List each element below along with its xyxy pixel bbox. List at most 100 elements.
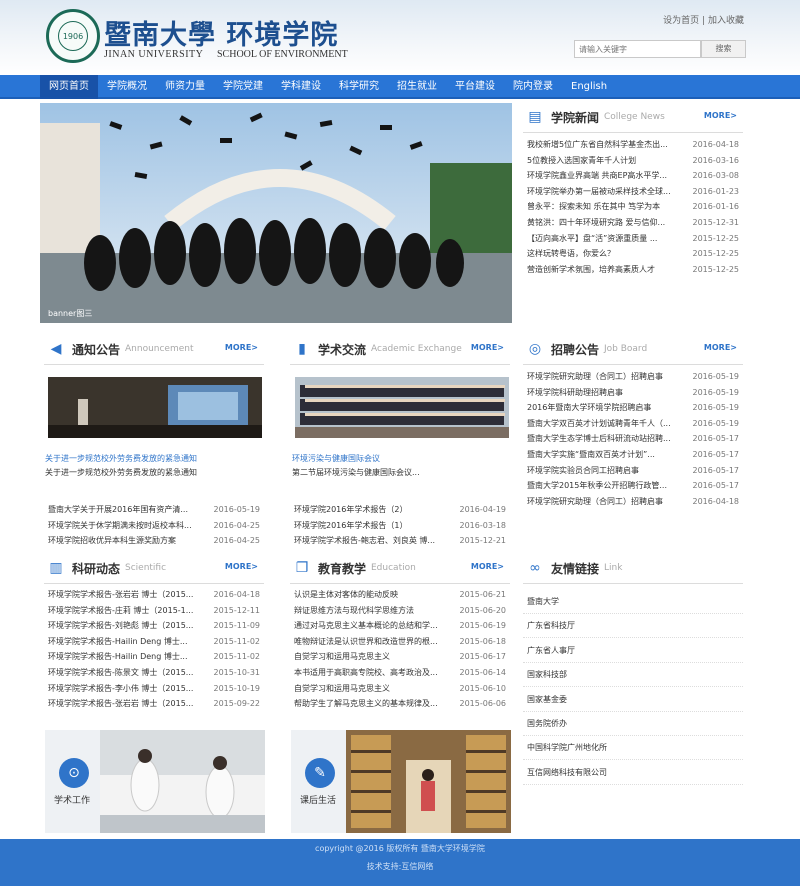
- list-item[interactable]: 本书适用于高职高专院校、高考政治及... 2015-06-14: [290, 666, 510, 680]
- nav-item-overview[interactable]: 学院概况: [98, 75, 156, 99]
- item-date: 2016-03-18: [459, 520, 507, 530]
- list-item[interactable]: 自觉学习和运用马克思主义 2015-06-17: [290, 650, 510, 664]
- item-date: 2015-12-25: [692, 233, 740, 243]
- item-title: 环境学院实验员合同工招聘启事: [527, 465, 639, 475]
- list-item[interactable]: 环境学院学术报告-庄莉 博士（2015-1... 2015-12-11: [44, 604, 264, 618]
- list-item[interactable]: 环境学院2016年学术报告（2） 2016-04-19: [290, 503, 510, 517]
- list-item[interactable]: 2016年暨南大学环境学院招聘启事 2016-05-19: [523, 401, 743, 415]
- list-item[interactable]: 认识是主体对客体的能动反映 2015-06-21: [290, 588, 510, 602]
- list-item[interactable]: 5位教授入选国家青年千人计划 2016-03-16: [523, 154, 743, 168]
- list-item[interactable]: 通过对马克思主义基本概论的总结和学... 2015-06-19: [290, 619, 510, 633]
- list-item[interactable]: 辩证思维方法与现代科学思维方法 2015-06-20: [290, 604, 510, 618]
- logo-year: 1906: [58, 21, 88, 51]
- list-item[interactable]: 暨南大学实施“暨南双百英才计划”... 2016-05-17: [523, 448, 743, 462]
- notice-photo[interactable]: [48, 377, 262, 438]
- list-item[interactable]: 暨南大学生态学博士后科研流动站招聘... 2016-05-17: [523, 432, 743, 446]
- academic-featured-title[interactable]: 环境污染与健康国际会议: [292, 453, 380, 464]
- university-logo[interactable]: 1906: [46, 9, 100, 63]
- notice-featured-summary[interactable]: 关于进一步规范校外劳务费发放的紧急通知: [45, 467, 197, 478]
- academic-list: 环境学院2016年学术报告（2） 2016-04-19 环境学院2016年学术报告（…: [290, 503, 510, 551]
- friend-link-item[interactable]: 互信网络科技有限公司: [523, 761, 743, 785]
- nav-item-discipline[interactable]: 学科建设: [272, 75, 330, 99]
- friend-link-item[interactable]: 广东省科技厅: [523, 614, 743, 639]
- academic-featured-summary[interactable]: 第二节届环境污染与健康国际会议...: [292, 467, 420, 478]
- promo-campus-life-label: 课后生活: [300, 796, 337, 806]
- list-item[interactable]: 环境学院鑫业界高端 共商EP高水平学... 2016-03-08: [523, 169, 743, 183]
- list-item[interactable]: 环境学院招收优异本科生源奖励方案 2016-04-25: [44, 534, 264, 548]
- item-date: 2016-05-19: [692, 403, 740, 413]
- item-date: 2015-11-09: [213, 621, 261, 631]
- nav-item-admission[interactable]: 招生就业: [388, 75, 446, 99]
- list-item[interactable]: 环境学院学术报告-陈景文 博士（2015... 2015-10-31: [44, 666, 264, 680]
- list-item[interactable]: 环境学院研究助理（合同工）招聘启事 2016-05-19: [523, 370, 743, 384]
- education-more-link[interactable]: MORE>: [471, 562, 504, 571]
- list-item[interactable]: 暨南大学2015年秋季公开招聘行政管... 2016-05-17: [523, 479, 743, 493]
- research-more-link[interactable]: MORE>: [225, 562, 258, 571]
- notice-more-link[interactable]: MORE>: [225, 343, 258, 352]
- academic-photo[interactable]: [295, 377, 509, 438]
- add-favorite-link[interactable]: 加入收藏: [708, 16, 744, 26]
- item-date: 2016-05-17: [692, 465, 740, 475]
- list-item[interactable]: 暨南大学关于开展2016年国有资产清... 2016-05-19: [44, 503, 264, 517]
- item-title: 暨南大学关于开展2016年国有资产清...: [48, 505, 188, 514]
- item-title: 环境学院学术报告-张岩岩 博士（2015...: [48, 590, 194, 599]
- education-subtitle: Education: [371, 563, 416, 573]
- list-item[interactable]: 环境学院学术报告-刘艳彪 博士（2015... 2015-11-09: [44, 619, 264, 633]
- list-item[interactable]: 这样玩转粤语，你爱么？ 2015-12-25: [523, 247, 743, 261]
- nav-item-faculty[interactable]: 师资力量: [156, 75, 214, 99]
- nav-item-platform[interactable]: 平台建设: [446, 75, 504, 99]
- list-item[interactable]: 环境学院学术报告-Hailin Deng 博士... 2015-11-02: [44, 635, 264, 649]
- academic-work-icon: ⊙: [59, 758, 89, 788]
- friend-link-item[interactable]: 国家科技部: [523, 663, 743, 688]
- list-item[interactable]: 环境学院2016年学术报告（1） 2016-03-18: [290, 519, 510, 533]
- list-item[interactable]: 黄铭洪：四十年环境研究路 爱与信仰... 2015-12-31: [523, 216, 743, 230]
- friend-link-item[interactable]: 广东省人事厅: [523, 639, 743, 663]
- item-date: 2015-09-22: [213, 699, 261, 709]
- promo-academic-work[interactable]: ⊙ 学术工作: [45, 730, 265, 833]
- list-item[interactable]: 曾永平：探索未知 乐在其中 笃学为本 2016-01-16: [523, 200, 743, 214]
- promo-academic-work-label: 学术工作: [54, 796, 91, 806]
- meeting-photo: [48, 377, 262, 438]
- academic-more-link[interactable]: MORE>: [471, 343, 504, 352]
- notice-featured-title[interactable]: 关于进一步规范校外劳务费发放的紧急通知: [45, 453, 197, 464]
- list-item[interactable]: 环境学院科研助理招聘启事 2016-05-19: [523, 386, 743, 400]
- list-item[interactable]: 环境学院实验员合同工招聘启事 2016-05-17: [523, 464, 743, 478]
- list-item[interactable]: 【迈向高水平】盘“活”资源重质量 ... 2015-12-25: [523, 232, 743, 246]
- list-item[interactable]: 环境学院研究助理（合同工）招聘启事 2016-04-18: [523, 495, 743, 509]
- item-title: 环境学院鑫业界高端 共商EP高水平学...: [527, 171, 668, 181]
- friend-link-item[interactable]: 国务院侨办: [523, 712, 743, 736]
- college-news-more-link[interactable]: MORE>: [704, 111, 737, 120]
- list-item[interactable]: 暨南大学双百英才计划诚聘青年千人（... 2016-05-19: [523, 417, 743, 431]
- list-item[interactable]: 环境学院学术报告-Hailin Deng 博士... 2015-11-02: [44, 650, 264, 664]
- list-item[interactable]: 环境学院学术报告-李小伟 博士（2015... 2015-10-19: [44, 682, 264, 696]
- list-item[interactable]: 我校新增5位广东省自然科学基金杰出... 2016-04-18: [523, 138, 743, 152]
- list-item[interactable]: 自觉学习和运用马克思主义 2015-06-10: [290, 682, 510, 696]
- item-date: 2016-05-19: [692, 372, 740, 381]
- nav-item-party[interactable]: 学院党建: [214, 75, 272, 99]
- promo-campus-life[interactable]: ✎ 课后生活: [291, 730, 511, 833]
- friend-link-item[interactable]: 暨南大学: [523, 590, 743, 614]
- search-button[interactable]: 搜索: [701, 40, 746, 58]
- list-item[interactable]: 唯物辩证法是认识世界和改造世界的根... 2015-06-18: [290, 635, 510, 649]
- set-homepage-link[interactable]: 设为首页: [663, 16, 699, 26]
- banner-image[interactable]: banner图三: [40, 103, 512, 323]
- list-item[interactable]: 营造创新学术氛围，培养高素质人才 2015-12-25: [523, 263, 743, 277]
- jobs-more-link[interactable]: MORE>: [704, 343, 737, 352]
- list-item[interactable]: 环境学院学术报告-张岩岩 博士（2015... 2015-09-22: [44, 697, 264, 711]
- item-date: 2015-06-18: [459, 636, 507, 646]
- search-input[interactable]: [574, 40, 701, 58]
- list-item[interactable]: 环境学院举办第一届被动采样技术全球... 2016-01-23: [523, 185, 743, 199]
- list-item[interactable]: 帮助学生了解马克思主义的基本规律及... 2015-06-06: [290, 697, 510, 711]
- item-date: 2016-05-17: [692, 450, 740, 459]
- list-item[interactable]: 环境学院学术报告-张岩岩 博士（2015... 2016-04-18: [44, 588, 264, 602]
- nav-item-login[interactable]: 院内登录: [504, 75, 562, 99]
- item-title: 暨南大学生态学博士后科研流动站招聘...: [527, 434, 671, 444]
- nav-item-english[interactable]: English: [562, 75, 616, 99]
- college-news-title: 学院新闻: [551, 111, 600, 125]
- friend-link-item[interactable]: 国家基金委: [523, 688, 743, 712]
- friend-link-item[interactable]: 中国科学院广州地化所: [523, 736, 743, 761]
- nav-item-home[interactable]: 网页首页: [40, 75, 98, 99]
- list-item[interactable]: 环境学院学术报告-鲍志君、刘良英 博... 2015-12-21: [290, 534, 510, 548]
- nav-item-research[interactable]: 科学研究: [330, 75, 388, 99]
- list-item[interactable]: 环境学院关于休学期满未按时返校本科... 2016-04-25: [44, 519, 264, 533]
